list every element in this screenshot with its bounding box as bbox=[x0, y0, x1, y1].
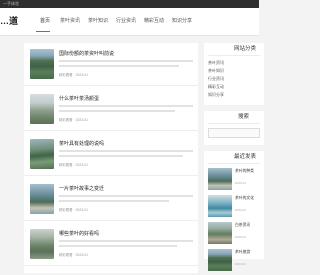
site-logo[interactable]: …道 bbox=[0, 16, 18, 26]
divider bbox=[208, 55, 260, 56]
article-thumbnail[interactable] bbox=[30, 139, 54, 169]
recent-thumbnail[interactable] bbox=[208, 222, 232, 244]
divider bbox=[208, 163, 260, 164]
recent-title: 最近发表 bbox=[234, 154, 257, 160]
article-meta: 精彩看看 · 2023-01 bbox=[59, 208, 89, 212]
article-thumbnail[interactable] bbox=[30, 184, 54, 214]
article-title[interactable]: 茶叶具有处理的说吗 bbox=[59, 141, 104, 147]
article-summary-line bbox=[59, 155, 183, 157]
nav-item-industry-news[interactable]: 行业资讯 bbox=[116, 18, 136, 24]
category-link[interactable]: 知识分享 bbox=[208, 92, 224, 97]
search-input[interactable] bbox=[208, 128, 260, 138]
article-item[interactable]: 茶叶具有处理的说吗 精彩看看 · 2023-01 bbox=[24, 133, 198, 176]
article-meta: 精彩看看 · 2023-01 bbox=[59, 118, 89, 122]
category-link[interactable]: 茶叶知识 bbox=[208, 68, 224, 73]
nav-item-tea-news[interactable]: 茶叶资讯 bbox=[60, 18, 80, 24]
article-title[interactable]: 什么茶叶茶汤颜蛋 bbox=[59, 96, 99, 102]
recent-title[interactable]: 白茶资讯 bbox=[235, 223, 250, 228]
sidebar-categories: 网站分类 茶叶资讯 茶叶知识 行业资讯 精彩互动 知识分享 bbox=[204, 43, 264, 105]
category-link[interactable]: 行业资讯 bbox=[208, 76, 224, 81]
recent-title[interactable]: 茶叶旅游 bbox=[235, 250, 250, 255]
article-item[interactable]: 哪些茶叶的好看吗 精彩看看 · 2023-01 bbox=[24, 223, 198, 266]
category-link[interactable]: 茶叶资讯 bbox=[208, 60, 224, 65]
recent-item[interactable]: 白茶资讯 2023-01 bbox=[208, 222, 264, 248]
article-thumbnail[interactable] bbox=[30, 94, 54, 124]
sidebar-recent: 最近发表 茶叶的种类 2023-01 茶叶的文化 2023-01 白茶资讯 20… bbox=[204, 151, 264, 271]
article-summary-line bbox=[59, 150, 193, 152]
categories-title: 网站分类 bbox=[234, 46, 257, 52]
recent-date: 2023-01 bbox=[235, 262, 247, 266]
article-thumbnail[interactable] bbox=[30, 49, 54, 79]
nav-active-indicator bbox=[36, 31, 50, 32]
nav-item-sharing[interactable]: 知识分享 bbox=[172, 18, 192, 24]
recent-thumbnail[interactable] bbox=[208, 168, 232, 190]
recent-title[interactable]: 茶叶的文化 bbox=[235, 196, 254, 201]
article-title[interactable]: 一片茶叶故事之变迁 bbox=[59, 186, 104, 192]
nav-item-tea-knowledge[interactable]: 茶叶知识 bbox=[88, 18, 108, 24]
article-meta: 精彩看看 · 2023-01 bbox=[59, 163, 89, 167]
recent-item[interactable]: 茶叶的种类 2023-01 bbox=[208, 168, 264, 194]
article-summary-line bbox=[59, 105, 193, 107]
nav-item-interaction[interactable]: 精彩互动 bbox=[144, 18, 164, 24]
article-item[interactable]: 什么茶叶茶汤颜蛋 精彩看看 · 2023-01 bbox=[24, 88, 198, 131]
article-summary-line bbox=[59, 60, 193, 62]
top-bar-text: 一手体验 bbox=[3, 1, 19, 6]
article-summary-line bbox=[59, 245, 177, 247]
article-summary-line bbox=[59, 240, 193, 242]
article-meta: 精彩看看 · 2023-01 bbox=[59, 73, 89, 77]
article-summary-line bbox=[59, 65, 179, 67]
divider bbox=[208, 123, 260, 124]
article-thumbnail[interactable] bbox=[30, 229, 54, 259]
recent-item[interactable]: 茶叶旅游 2023-01 bbox=[208, 249, 264, 275]
recent-thumbnail[interactable] bbox=[208, 249, 232, 271]
recent-date: 2023-01 bbox=[235, 235, 247, 239]
sidebar-search: 搜索 bbox=[204, 111, 264, 145]
category-link[interactable]: 精彩互动 bbox=[208, 84, 224, 89]
recent-title[interactable]: 茶叶的种类 bbox=[235, 169, 254, 174]
recent-date: 2023-01 bbox=[235, 208, 247, 212]
recent-thumbnail[interactable] bbox=[208, 195, 232, 217]
article-item[interactable]: 国际份额的茶资叶叫前说 精彩看看 · 2023-01 bbox=[24, 43, 198, 86]
article-title[interactable]: 哪些茶叶的好看吗 bbox=[59, 231, 99, 237]
article-meta: 精彩看看 · 2023-01 bbox=[59, 253, 89, 257]
recent-date: 2023-01 bbox=[235, 181, 247, 185]
top-bar: 一手体验 bbox=[0, 0, 259, 8]
recent-item[interactable]: 茶叶的文化 2023-01 bbox=[208, 195, 264, 221]
article-summary-line bbox=[59, 195, 193, 197]
nav-item-home[interactable]: 首页 bbox=[40, 18, 50, 24]
article-summary-line bbox=[59, 200, 169, 202]
article-summary-line bbox=[59, 110, 175, 112]
article-item[interactable]: 一片茶叶故事之变迁 精彩看看 · 2023-01 bbox=[24, 178, 198, 221]
article-title[interactable]: 国际份额的茶资叶叫前说 bbox=[59, 51, 114, 57]
search-title: 搜索 bbox=[238, 114, 250, 120]
article-list: 国际份额的茶资叶叫前说 精彩看看 · 2023-01 什么茶叶茶汤颜蛋 精彩看看… bbox=[24, 43, 198, 273]
site-header: …道 首页 茶叶资讯 茶叶知识 行业资讯 精彩互动 知识分享 bbox=[0, 8, 259, 36]
